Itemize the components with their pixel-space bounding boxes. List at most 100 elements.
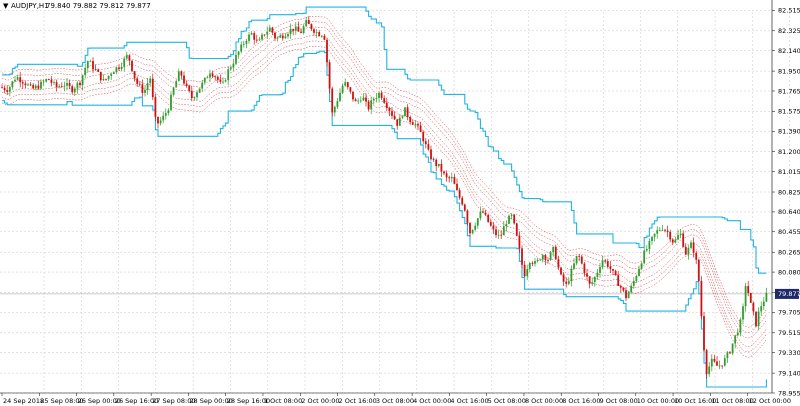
candle-body: [560, 267, 562, 275]
candle-body: [159, 120, 162, 124]
candle-body: [658, 229, 661, 231]
candle-body: [601, 260, 604, 268]
candle-body: [11, 81, 14, 88]
candle-body: [534, 261, 536, 264]
candle-body: [341, 85, 344, 93]
candle-body: [396, 119, 399, 126]
candle-body: [461, 197, 464, 205]
candle-body: [55, 82, 58, 88]
candle-body: [193, 97, 196, 99]
candle-body: [651, 236, 653, 241]
time-axis: 24 Sep 201825 Sep 08:0026 Sep 00:0026 Se…: [1, 393, 791, 405]
candle-body: [354, 99, 357, 102]
candle-body: [435, 159, 438, 167]
candle-body: [372, 98, 375, 101]
x-tick-label: 3 Oct 08:00: [376, 397, 414, 405]
candle-body: [164, 113, 167, 116]
candle-body: [224, 80, 227, 82]
candle-body: [42, 81, 45, 83]
candle-body: [32, 84, 35, 89]
candle-body: [674, 239, 677, 243]
x-tick-label: 9 Oct 08:00: [600, 397, 638, 405]
candle-body: [476, 218, 479, 226]
candle-body: [172, 87, 175, 95]
candle-body: [695, 252, 698, 260]
candle-body: [86, 61, 89, 69]
candle-body: [219, 79, 222, 82]
candle-body: [63, 85, 66, 87]
candle-body: [710, 358, 713, 367]
candle-body: [19, 77, 22, 83]
candle-body: [50, 79, 53, 83]
candle-body: [398, 117, 401, 126]
candle-body: [365, 97, 367, 102]
y-tick-label: 81.390: [778, 128, 800, 136]
candle-body: [742, 306, 744, 320]
x-tick-label: 1 Oct 08:00: [264, 397, 302, 405]
x-tick-label: 10 Oct 00:00: [637, 397, 679, 405]
candle-body: [596, 272, 599, 278]
candle-body: [362, 97, 365, 101]
candle-body: [762, 301, 765, 307]
candle-body: [209, 73, 211, 78]
y-tick-label: 80.640: [778, 208, 800, 216]
candle-body: [640, 263, 643, 269]
candle-body: [708, 366, 711, 375]
candle-body: [679, 233, 682, 235]
candle-body: [115, 67, 118, 73]
x-tick-label: 12 Oct 00:00: [749, 397, 791, 405]
x-tick-label: 11 Oct 08:00: [711, 397, 753, 405]
candle-body: [471, 229, 474, 234]
y-tick-label: 79.140: [778, 369, 800, 377]
candle-body: [424, 141, 427, 145]
candle-body: [180, 71, 183, 76]
candle-body: [401, 116, 404, 118]
price-chart[interactable]: 82.515 82.325 82.140 81.950 81.765 81.575 81.3…: [0, 0, 800, 406]
candle-body: [107, 75, 110, 80]
candle-body: [336, 101, 339, 107]
x-tick-label: 8 Oct 00:00: [525, 397, 563, 405]
candle-body: [469, 222, 471, 234]
candle-body: [736, 332, 739, 336]
candle-body: [487, 214, 490, 223]
candle-body: [718, 365, 721, 367]
candle-body: [385, 102, 388, 108]
candle-body: [544, 255, 547, 261]
candle-body: [313, 29, 315, 33]
candle-body: [586, 273, 588, 277]
candle-body: [443, 171, 445, 174]
y-tick-label: 81.765: [778, 87, 800, 95]
candle-body: [664, 229, 666, 231]
collapse-arrow-icon[interactable]: ▼: [3, 2, 9, 10]
candle-body: [34, 85, 37, 89]
candle-body: [235, 54, 237, 64]
candle-body: [518, 235, 521, 249]
candle-body: [406, 107, 409, 117]
candle-body: [3, 87, 6, 91]
candle-body: [305, 20, 308, 27]
candle-body: [89, 61, 92, 62]
candle-body: [154, 97, 157, 117]
candle-body: [112, 72, 115, 74]
candle-body: [549, 252, 552, 261]
candle-body: [149, 78, 152, 84]
candle-body: [133, 71, 136, 79]
candle-body: [255, 39, 258, 41]
candle-body: [21, 82, 24, 84]
candle-body: [378, 92, 380, 98]
candle-body: [744, 286, 747, 307]
candle-body: [211, 73, 214, 77]
candle-body: [271, 27, 274, 33]
candle-body: [281, 35, 284, 39]
candle-body: [136, 78, 139, 84]
candle-body: [367, 101, 370, 110]
candle-body: [258, 39, 261, 41]
candle-body: [606, 261, 609, 267]
candle-body: [523, 264, 526, 277]
candle-body: [188, 85, 191, 91]
candle-body: [682, 233, 685, 247]
candle-body: [700, 280, 703, 317]
candle-body: [430, 149, 432, 160]
x-tick-label: 4 Oct 00:00: [413, 397, 451, 405]
candle-body: [289, 28, 292, 35]
